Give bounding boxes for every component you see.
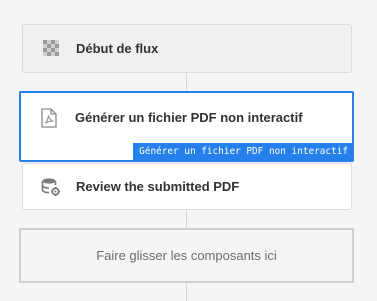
flow-start-label: Début de flux (76, 41, 159, 56)
flow-step-review-pdf[interactable]: Review the submitted PDF (22, 163, 352, 210)
database-gear-icon (41, 177, 61, 197)
flow-connector-2 (186, 210, 187, 228)
flow-step-generate-pdf-label: Générer un fichier PDF non interactif (75, 110, 303, 125)
component-drop-zone[interactable]: Faire glisser les composants ici (19, 228, 354, 283)
flow-step-generate-pdf[interactable]: Générer un fichier PDF non interactif Gé… (19, 91, 354, 162)
flow-step-review-label: Review the submitted PDF (76, 179, 240, 194)
drop-zone-text: Faire glisser les composants ici (96, 248, 277, 263)
selected-step-tooltip: Générer un fichier PDF non interactif (133, 143, 352, 160)
flow-connector-3 (186, 283, 187, 301)
checkerboard-icon (41, 39, 61, 59)
flow-start-step[interactable]: Début de flux (22, 24, 352, 73)
flow-connector-1 (186, 73, 187, 91)
pdf-file-icon (39, 108, 59, 128)
